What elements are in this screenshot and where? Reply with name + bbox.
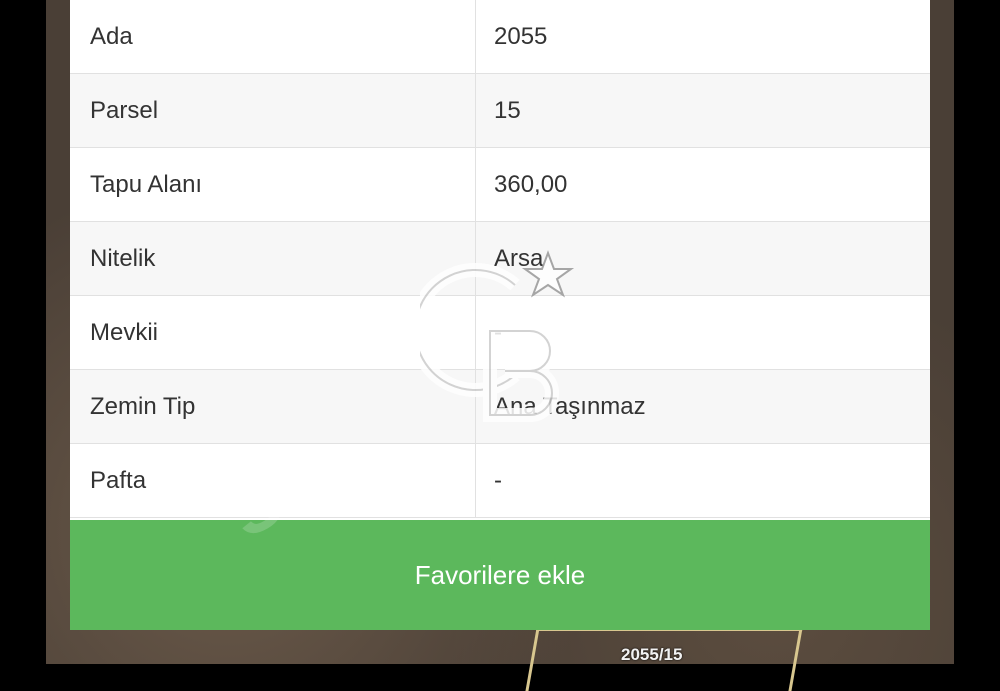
row-value: 360,00	[494, 170, 568, 198]
row-label: Nitelik	[70, 222, 476, 295]
parcel-info-table: Ada 2055 Parsel 15 Tapu Alanı 360,00 Nit…	[70, 0, 930, 518]
row-label: Tapu Alanı	[70, 148, 476, 221]
table-row: Tapu Alanı 360,00	[70, 148, 930, 222]
table-row: Zemin Tip Ana Taşınmaz	[70, 370, 930, 444]
row-value: 15	[494, 96, 521, 124]
row-label: Parsel	[70, 74, 476, 147]
table-row: Pafta -	[70, 444, 930, 518]
row-value: -	[494, 318, 502, 346]
row-label: Zemin Tip	[70, 370, 476, 443]
row-value: 2055	[494, 22, 548, 50]
row-label: Pafta	[70, 444, 476, 517]
map-parcel-label: 2055/15	[621, 645, 683, 664]
row-label: Mevkii	[70, 296, 476, 369]
table-row: Mevkii -	[70, 296, 930, 370]
parcel-info-modal: Ada 2055 Parsel 15 Tapu Alanı 360,00 Nit…	[70, 0, 930, 630]
table-row: Parsel 15	[70, 74, 930, 148]
table-row: Ada 2055	[70, 0, 930, 74]
add-to-favorites-button[interactable]: Favorilere ekle	[70, 520, 930, 630]
row-value: Ana Taşınmaz	[494, 392, 646, 420]
row-value: Arsa	[494, 244, 544, 272]
table-row: Nitelik Arsa	[70, 222, 930, 296]
row-label: Ada	[70, 0, 476, 73]
row-value: -	[494, 466, 502, 494]
